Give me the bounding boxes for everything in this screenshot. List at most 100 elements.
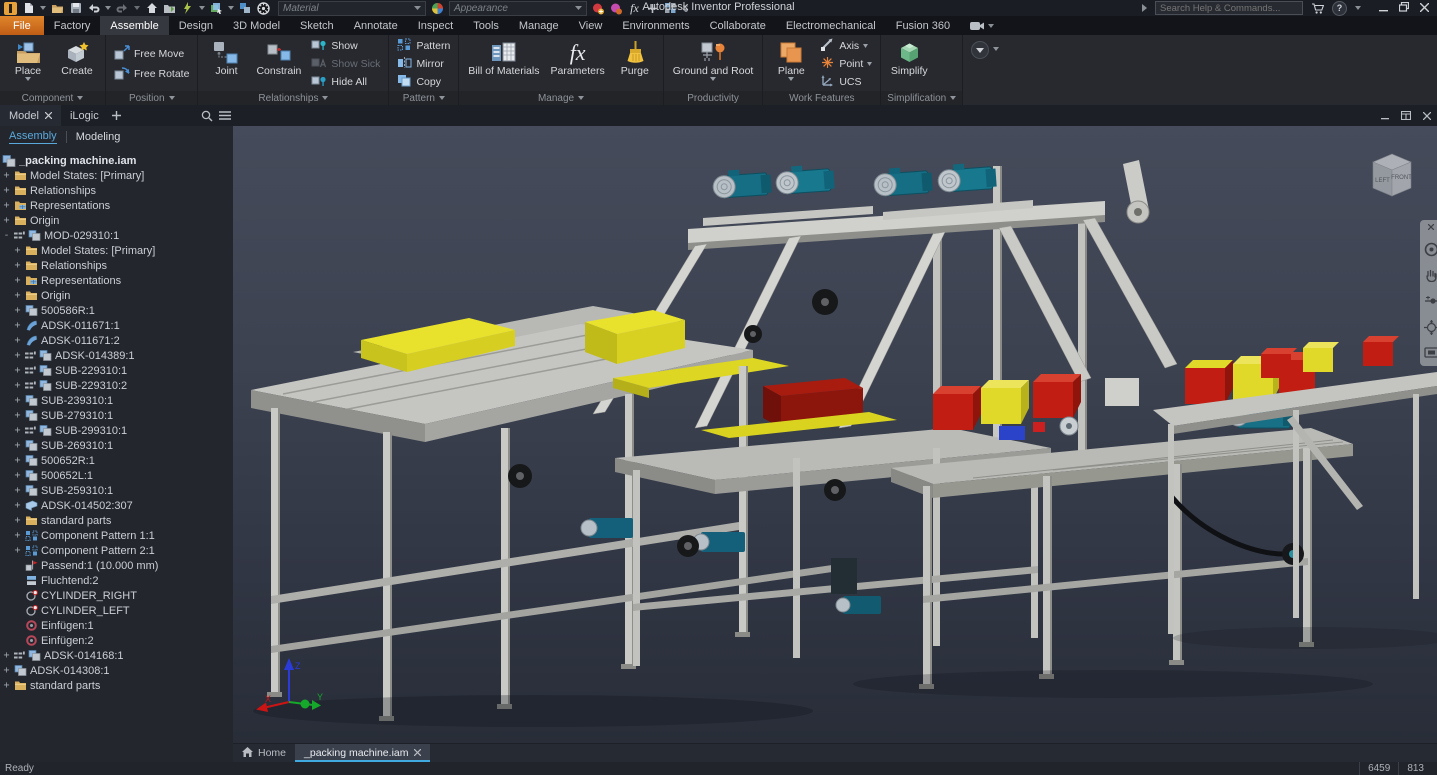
- tree-item[interactable]: +ADSK-011671:1: [0, 318, 233, 333]
- tree-expander-icon[interactable]: +: [13, 321, 22, 330]
- tab-tools[interactable]: Tools: [463, 16, 509, 35]
- tree-item[interactable]: +ADSK-014502:307: [0, 498, 233, 513]
- tree-expander-icon[interactable]: +: [13, 546, 22, 555]
- constrain-button[interactable]: Constrain: [252, 37, 305, 91]
- pattern-button[interactable]: Pattern: [394, 38, 453, 54]
- tab-view[interactable]: View: [569, 16, 613, 35]
- screencast-recorder-icon[interactable]: [960, 16, 1004, 35]
- tree-item[interactable]: +ADSK-014389:1: [0, 348, 233, 363]
- tree-expander-icon[interactable]: +: [2, 186, 11, 195]
- tree-item[interactable]: -MOD-029310:1: [0, 228, 233, 243]
- create-button[interactable]: Create: [54, 37, 100, 91]
- tree-expander-icon[interactable]: +: [13, 531, 22, 540]
- ilogic-bolt-button[interactable]: [181, 2, 194, 15]
- material-wheel-icon[interactable]: [257, 2, 270, 15]
- doc-tab-packing-machine[interactable]: _packing machine.iam: [295, 744, 429, 762]
- tree-expander-icon[interactable]: +: [13, 501, 22, 510]
- appearance-combobox[interactable]: Appearance: [449, 1, 587, 16]
- tab-3d-model[interactable]: 3D Model: [223, 16, 290, 35]
- help-icon[interactable]: [1332, 1, 1347, 16]
- tree-item[interactable]: +SUB-229310:1: [0, 363, 233, 378]
- tree-item[interactable]: +Model States: [Primary]: [0, 243, 233, 258]
- tab-environments[interactable]: Environments: [612, 16, 699, 35]
- tree-item[interactable]: Passend:1 (10.000 mm): [0, 558, 233, 573]
- open-button[interactable]: [51, 2, 64, 15]
- tab-collaborate[interactable]: Collaborate: [700, 16, 776, 35]
- tree-item[interactable]: +500652R:1: [0, 453, 233, 468]
- tree-expander-icon[interactable]: +: [2, 681, 11, 690]
- group-label-productivity[interactable]: Productivity: [664, 91, 763, 105]
- viewcube[interactable]: LEFT FRONT: [1363, 146, 1421, 204]
- tab-design[interactable]: Design: [169, 16, 223, 35]
- point-button[interactable]: Point: [817, 56, 875, 72]
- close-button[interactable]: [1420, 0, 1429, 17]
- tree-item[interactable]: +Origin: [0, 288, 233, 303]
- tab-annotate[interactable]: Annotate: [344, 16, 408, 35]
- parameters-fx-icon[interactable]: [628, 2, 641, 15]
- group-label-position[interactable]: Position: [106, 91, 197, 105]
- doc-tab-home[interactable]: Home: [233, 744, 295, 762]
- show-button[interactable]: Show: [308, 38, 383, 54]
- free-move-button[interactable]: Free Move: [111, 45, 192, 63]
- free-rotate-button[interactable]: Free Rotate: [111, 65, 192, 83]
- group-label-simplification[interactable]: Simplification: [881, 91, 962, 105]
- tree-expander-icon[interactable]: +: [2, 216, 11, 225]
- tab-inspect[interactable]: Inspect: [408, 16, 463, 35]
- color-wheel-icon[interactable]: [431, 2, 444, 15]
- group-label-manage[interactable]: Manage: [459, 91, 662, 105]
- bill-of-materials-button[interactable]: Bill of Materials: [464, 37, 543, 91]
- app-store-cart-icon[interactable]: [1311, 2, 1324, 15]
- redo-dropdown[interactable]: [134, 6, 140, 10]
- add-browser-tab-button[interactable]: [108, 105, 126, 126]
- tree-expander-icon[interactable]: +: [13, 246, 22, 255]
- pan-hand-icon[interactable]: [1422, 267, 1437, 283]
- tree-item[interactable]: +Origin: [0, 213, 233, 228]
- undo-button[interactable]: [87, 2, 100, 15]
- tab-factory[interactable]: Factory: [44, 16, 101, 35]
- orbit-icon[interactable]: [1422, 319, 1437, 335]
- tree-expander-icon[interactable]: +: [13, 261, 22, 270]
- tree-item[interactable]: +Relationships: [0, 258, 233, 273]
- panel-overflow-button[interactable]: [963, 35, 1007, 105]
- open-from-vault-button[interactable]: [163, 2, 176, 15]
- simplify-button[interactable]: Simplify: [886, 37, 932, 91]
- tree-item[interactable]: +SUB-299310:1: [0, 423, 233, 438]
- adjust-color2-icon[interactable]: [610, 2, 623, 15]
- search-input[interactable]: [1160, 3, 1298, 14]
- doc-minimize-button[interactable]: [1381, 107, 1389, 125]
- tab-assemble[interactable]: Assemble: [100, 16, 168, 35]
- tree-expander-icon[interactable]: +: [13, 411, 22, 420]
- tree-item[interactable]: +SUB-229310:2: [0, 378, 233, 393]
- show-sick-button[interactable]: Show Sick: [308, 56, 383, 72]
- tree-item[interactable]: +500586R:1: [0, 303, 233, 318]
- tree-item[interactable]: +SUB-269310:1: [0, 438, 233, 453]
- look-at-icon[interactable]: [1422, 345, 1437, 361]
- redo-button[interactable]: [116, 2, 129, 15]
- tree-item[interactable]: Einfügen:1: [0, 618, 233, 633]
- joint-button[interactable]: Joint: [203, 37, 249, 91]
- select-dropdown[interactable]: [228, 6, 234, 10]
- browser-tab-ilogic[interactable]: iLogic: [61, 105, 108, 126]
- group-label-pattern[interactable]: Pattern: [389, 91, 458, 105]
- tree-expander-icon[interactable]: +: [2, 171, 11, 180]
- new-file-button[interactable]: [22, 2, 35, 15]
- tree-expander-icon[interactable]: +: [13, 276, 22, 285]
- tab-file[interactable]: File: [0, 16, 44, 35]
- minimize-button[interactable]: [1379, 0, 1388, 17]
- tree-item[interactable]: +Representations: [0, 198, 233, 213]
- plane-button[interactable]: Plane: [768, 37, 814, 91]
- component-pair-icon[interactable]: [239, 2, 252, 15]
- material-combobox[interactable]: Material: [278, 1, 426, 16]
- subtab-assembly[interactable]: Assembly: [9, 130, 57, 144]
- subtab-modeling[interactable]: Modeling: [76, 131, 121, 143]
- doc-restore-button[interactable]: [1401, 107, 1411, 125]
- tree-expander-icon[interactable]: +: [13, 336, 22, 345]
- tree-item[interactable]: Einfügen:2: [0, 633, 233, 648]
- viewport-3d-model[interactable]: [233, 126, 1437, 744]
- tree-item[interactable]: +Component Pattern 1:1: [0, 528, 233, 543]
- tree-expander-icon[interactable]: -: [2, 231, 11, 240]
- tree-expander-icon[interactable]: +: [13, 306, 22, 315]
- tree-item[interactable]: +ADSK-011671:2: [0, 333, 233, 348]
- group-label-component[interactable]: Component: [0, 91, 105, 105]
- group-label-work-features[interactable]: Work Features: [763, 91, 880, 105]
